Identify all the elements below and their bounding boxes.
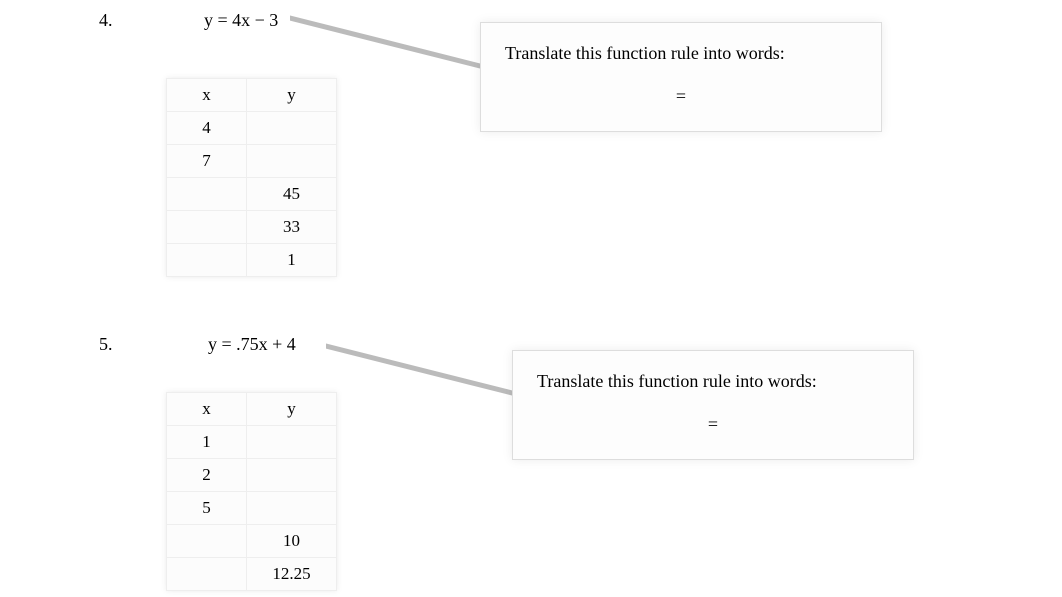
table-5: x y 1 2 5 10 12.25 [166,392,337,591]
table-row: 33 [167,211,337,244]
table-cell-x[interactable] [167,558,247,591]
table-cell-x[interactable]: 7 [167,145,247,178]
callout-equals[interactable]: = [505,86,857,107]
callout-equals[interactable]: = [537,414,889,435]
problem-number-4: 4. [99,10,113,31]
callout-box-4: Translate this function rule into words:… [480,22,882,132]
table-cell-x[interactable]: 2 [167,459,247,492]
table-cell-x[interactable] [167,244,247,277]
table-cell-y[interactable]: 1 [247,244,337,277]
table-cell-x[interactable] [167,525,247,558]
connector-line-5 [326,340,526,410]
callout-title: Translate this function rule into words: [505,43,857,64]
table-cell-y[interactable] [247,112,337,145]
table-cell-x[interactable] [167,211,247,244]
table-row: 45 [167,178,337,211]
table-cell-y[interactable] [247,145,337,178]
table-row: 1 [167,426,337,459]
table-row: 12.25 [167,558,337,591]
connector-line-4 [290,12,490,82]
table-row: 4 [167,112,337,145]
table-cell-y[interactable]: 12.25 [247,558,337,591]
table-header-x: x [167,393,247,426]
problem-number-5: 5. [99,334,113,355]
table-cell-y[interactable] [247,492,337,525]
table-cell-x[interactable] [167,178,247,211]
table-row: 7 [167,145,337,178]
table-cell-x[interactable]: 1 [167,426,247,459]
equation-5: y = .75x + 4 [208,334,296,355]
table-row: 5 [167,492,337,525]
table-row: 10 [167,525,337,558]
table-4: x y 4 7 45 33 1 [166,78,337,277]
table-header-row: x y [167,79,337,112]
callout-title: Translate this function rule into words: [537,371,889,392]
table-row: 1 [167,244,337,277]
table-cell-y[interactable]: 45 [247,178,337,211]
callout-box-5: Translate this function rule into words:… [512,350,914,460]
table-cell-x[interactable]: 4 [167,112,247,145]
table-header-x: x [167,79,247,112]
table-header-y: y [247,393,337,426]
table-cell-y[interactable] [247,459,337,492]
table-row: 2 [167,459,337,492]
table-header-y: y [247,79,337,112]
table-cell-y[interactable]: 33 [247,211,337,244]
table-header-row: x y [167,393,337,426]
table-cell-x[interactable]: 5 [167,492,247,525]
equation-4: y = 4x − 3 [204,10,278,31]
table-cell-y[interactable] [247,426,337,459]
table-cell-y[interactable]: 10 [247,525,337,558]
